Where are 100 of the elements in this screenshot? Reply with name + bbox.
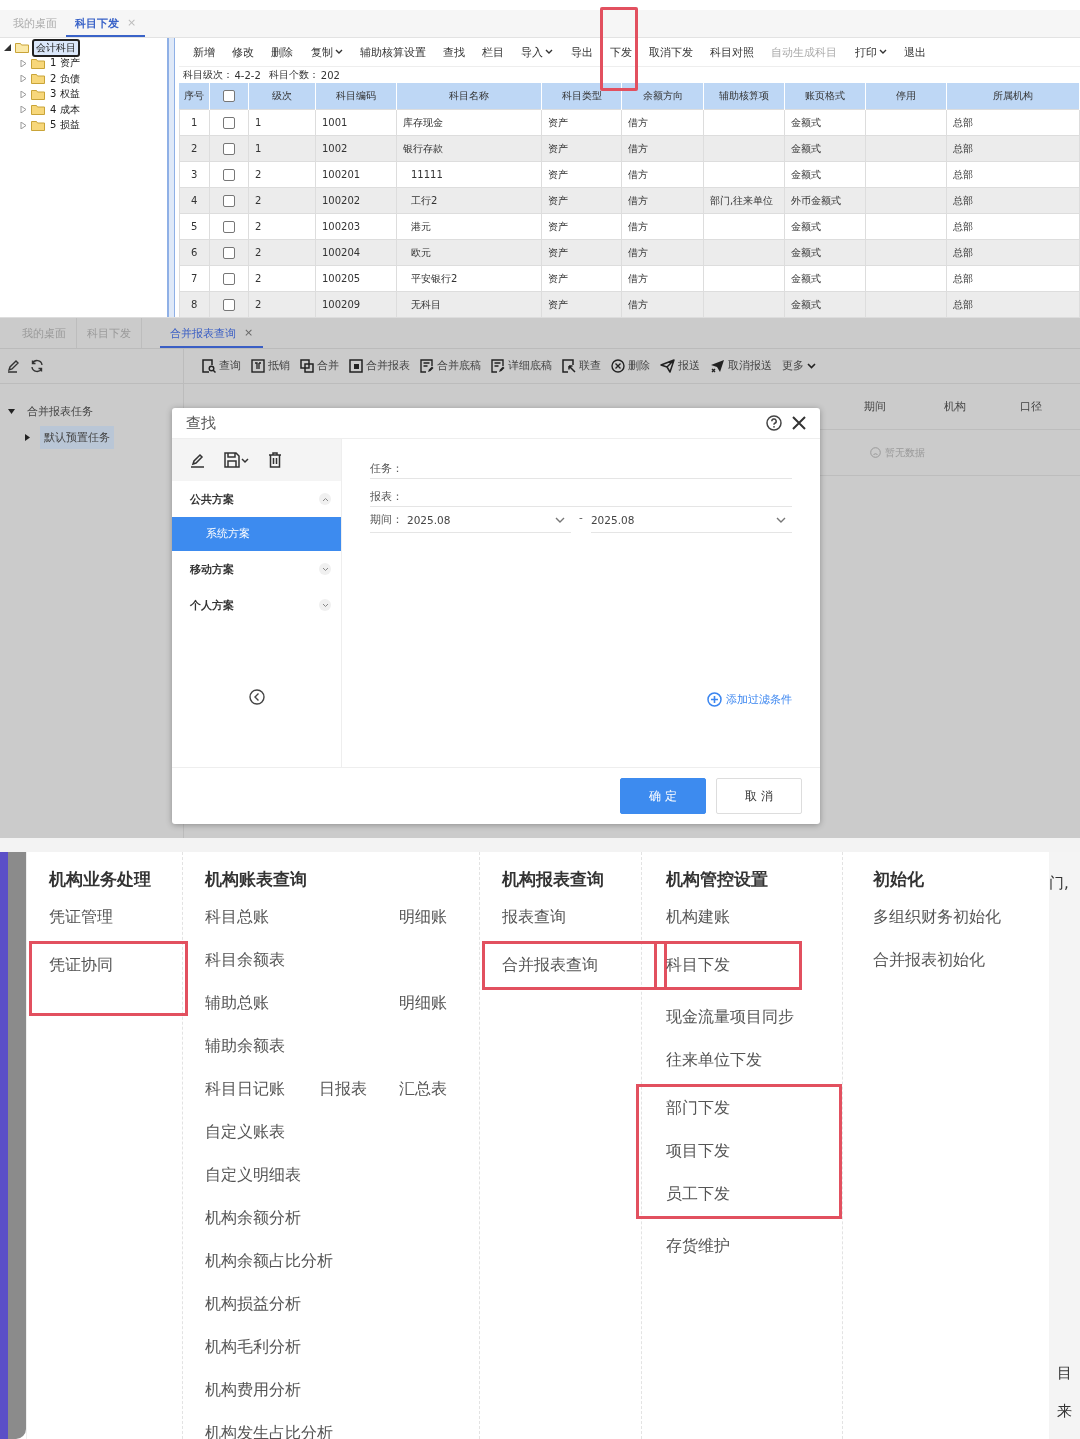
checkbox[interactable] bbox=[223, 246, 235, 259]
menu-item[interactable]: 汇总表 bbox=[399, 1079, 479, 1100]
input-field[interactable]: 任务： bbox=[370, 451, 792, 479]
menu-item[interactable]: 科目总账 bbox=[205, 907, 319, 928]
trash-icon[interactable] bbox=[268, 452, 282, 468]
collapse-arrow-icon[interactable] bbox=[8, 408, 15, 414]
checkbox[interactable] bbox=[223, 272, 235, 285]
help-icon[interactable] bbox=[766, 415, 782, 431]
toolbar-button[interactable]: 取消报送 bbox=[706, 359, 778, 373]
toolbar-button[interactable]: 退出 bbox=[895, 44, 935, 60]
toolbar-button[interactable]: 下发 bbox=[601, 44, 641, 60]
toolbar-button[interactable]: 导入 bbox=[512, 44, 562, 60]
tree-item[interactable]: 3 权益 bbox=[48, 87, 82, 102]
collapse-left-icon[interactable] bbox=[248, 689, 265, 705]
menu-item[interactable]: 员工下发 bbox=[666, 1184, 730, 1205]
toolbar-button[interactable]: 修改 bbox=[223, 44, 263, 60]
menu-item[interactable]: 机构费用分析 bbox=[205, 1380, 479, 1401]
tab[interactable]: 合并报表查询 × bbox=[160, 318, 264, 348]
add-filter-link[interactable]: 添加过滤条件 bbox=[707, 692, 792, 707]
toolbar-button[interactable]: 取消下发 bbox=[640, 44, 702, 60]
toolbar-button[interactable]: 报送 bbox=[656, 359, 706, 373]
toolbar-button[interactable]: 复制 bbox=[302, 44, 352, 60]
scheme-group[interactable]: 公共方案 bbox=[190, 491, 234, 507]
menu-item[interactable]: 项目下发 bbox=[666, 1141, 730, 1162]
toolbar-button[interactable]: 联查 bbox=[558, 359, 607, 373]
tree-item[interactable]: 5 损益 bbox=[48, 118, 82, 133]
toolbar-button[interactable]: 科目对照 bbox=[701, 44, 763, 60]
checkbox[interactable] bbox=[223, 168, 235, 181]
toolbar-button[interactable]: 抵销 bbox=[247, 359, 296, 373]
toolbar-button[interactable]: 合并底稿 bbox=[416, 359, 487, 373]
refresh-icon[interactable] bbox=[30, 359, 44, 373]
menu-item[interactable]: 科目日记账 bbox=[205, 1079, 319, 1100]
toolbar-button[interactable]: 合并报表 bbox=[345, 359, 416, 373]
menu-item[interactable]: 报表查询 bbox=[502, 907, 566, 928]
toolbar-button[interactable]: 删除 bbox=[607, 359, 656, 373]
toolbar-button[interactable]: 辅助核算设置 bbox=[351, 44, 435, 60]
cancel-button[interactable]: 取 消 bbox=[716, 778, 802, 814]
toolbar-button[interactable]: 栏目 bbox=[473, 44, 513, 60]
menu-item[interactable]: 多组织财务初始化 bbox=[873, 907, 1001, 928]
toolbar-button[interactable]: 更多 bbox=[778, 359, 822, 373]
menu-item[interactable]: 机构余额分析 bbox=[205, 1208, 479, 1229]
collapse-icon[interactable] bbox=[319, 599, 331, 611]
input-field[interactable]: 报表： bbox=[370, 479, 792, 507]
menu-item[interactable]: 辅助余额表 bbox=[205, 1036, 479, 1057]
close-icon[interactable] bbox=[792, 416, 806, 430]
period-select[interactable]: 2025.08 bbox=[590, 507, 792, 533]
tree-item[interactable]: 4 成本 bbox=[48, 102, 82, 117]
menu-item[interactable]: 科目余额表 bbox=[205, 950, 479, 971]
checkbox[interactable] bbox=[223, 116, 235, 129]
tree-item[interactable]: 1 资产 bbox=[48, 56, 82, 71]
menu-item[interactable]: 部门下发 bbox=[666, 1098, 730, 1119]
menu-item[interactable]: 合并报表初始化 bbox=[873, 950, 985, 971]
tree-item[interactable]: 合并报表任务 bbox=[27, 403, 93, 419]
tree-item[interactable]: 会计科目 bbox=[32, 38, 80, 57]
scheme-group[interactable]: 个人方案 bbox=[190, 597, 234, 613]
toolbar-button[interactable]: 合并 bbox=[296, 359, 345, 373]
collapse-icon[interactable] bbox=[319, 493, 331, 505]
period-select[interactable]: 期间： 2025.08 bbox=[370, 507, 572, 533]
column-header: 科目编码 bbox=[315, 83, 397, 110]
toolbar-button[interactable]: 新增 bbox=[184, 44, 224, 60]
tab[interactable]: 科目下发 × bbox=[66, 10, 146, 37]
menu-item[interactable]: 现金流量项目同步 bbox=[666, 1007, 794, 1028]
menu-item[interactable]: 往来单位下发 bbox=[666, 1050, 762, 1071]
menu-item[interactable]: 自定义明细表 bbox=[205, 1165, 479, 1186]
menu-item[interactable]: 凭证协同 bbox=[49, 955, 113, 976]
toolbar-button[interactable]: 详细底稿 bbox=[487, 359, 558, 373]
scheme-group[interactable]: 移动方案 bbox=[190, 561, 234, 577]
menu-item[interactable]: 机构余额占比分析 bbox=[205, 1251, 479, 1272]
menu-item[interactable]: 自定义账表 bbox=[205, 1122, 479, 1143]
menu-item[interactable]: 机构毛利分析 bbox=[205, 1337, 479, 1358]
checkbox[interactable] bbox=[223, 298, 235, 311]
collapse-icon[interactable] bbox=[319, 563, 331, 575]
menu-item[interactable]: 明细账 bbox=[399, 993, 479, 1014]
range-separator: - bbox=[579, 511, 583, 525]
edit-icon[interactable] bbox=[7, 359, 21, 373]
checkbox[interactable] bbox=[223, 194, 235, 207]
tree-item[interactable]: 2 负债 bbox=[48, 71, 82, 86]
toolbar-button[interactable]: 查询 bbox=[198, 359, 247, 373]
save-icon[interactable] bbox=[224, 452, 250, 468]
checkbox[interactable] bbox=[223, 142, 235, 155]
menu-item[interactable]: 明细账 bbox=[399, 907, 479, 928]
tree-item[interactable]: 默认预置任务 bbox=[40, 425, 114, 449]
menu-item[interactable]: 辅助总账 bbox=[205, 993, 319, 1014]
menu-item[interactable]: 凭证管理 bbox=[49, 907, 113, 928]
menu-item[interactable]: 机构损益分析 bbox=[205, 1294, 479, 1315]
toolbar-button[interactable]: 删除 bbox=[262, 44, 303, 60]
checkbox[interactable] bbox=[223, 90, 235, 102]
toolbar-button[interactable]: 导出 bbox=[562, 44, 602, 60]
toolbar-button[interactable]: 查找 bbox=[434, 44, 474, 60]
edit-icon[interactable] bbox=[190, 452, 206, 468]
expand-arrow-icon[interactable] bbox=[25, 433, 32, 441]
table-cell: 借方 bbox=[621, 213, 704, 240]
checkbox[interactable] bbox=[223, 220, 235, 233]
menu-item[interactable]: 日报表 bbox=[319, 1079, 399, 1100]
menu-item[interactable]: 合并报表查询 bbox=[502, 955, 598, 976]
collapse-arrow-icon[interactable] bbox=[4, 44, 12, 52]
menu-item[interactable]: 存货维护 bbox=[666, 1236, 730, 1257]
folder-icon bbox=[31, 119, 45, 131]
menu-item[interactable]: 机构建账 bbox=[666, 907, 730, 928]
toolbar-button[interactable]: 打印 bbox=[845, 44, 896, 60]
